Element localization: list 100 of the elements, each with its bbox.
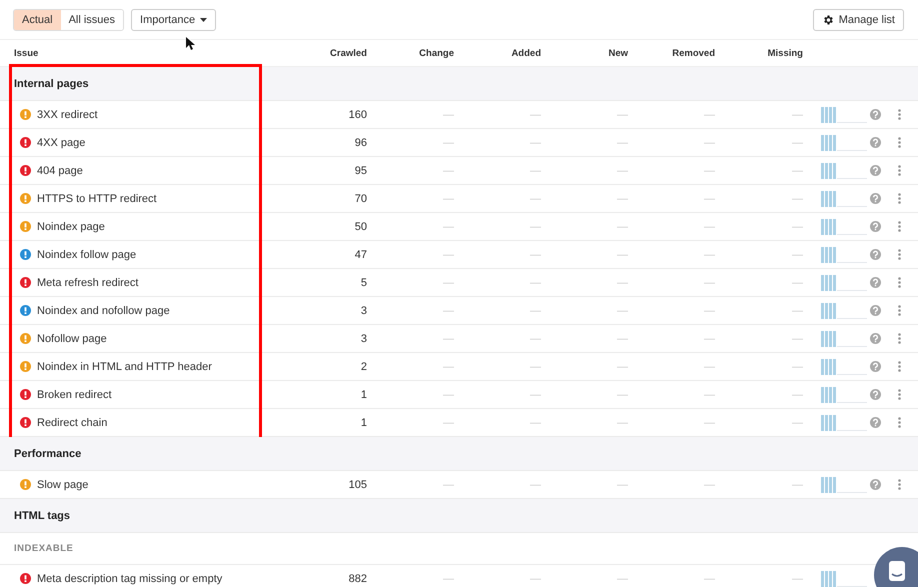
help-icon[interactable] [870,479,881,490]
issue-name[interactable]: Nofollow page [37,332,107,344]
empty-value: — [703,220,715,232]
empty-value: — [529,192,541,204]
crawled-count: 3 [360,332,367,344]
empty-value: — [529,276,541,288]
issue-name[interactable]: Meta refresh redirect [37,276,138,288]
empty-value: — [529,416,541,428]
empty-value: — [703,360,715,372]
more-icon[interactable] [898,109,901,120]
issue-name[interactable]: Meta description tag missing or empty [37,572,222,584]
crawled-count: 5 [360,276,367,288]
empty-value: — [616,332,628,344]
empty-value: — [703,572,715,584]
group-title: Internal pages [14,78,89,90]
manage-list-button[interactable]: Manage list [812,8,904,30]
empty-value: — [442,360,454,372]
empty-value: — [529,108,541,120]
more-icon[interactable] [898,137,901,148]
empty-value: — [442,478,454,490]
crawled-count: 70 [354,192,367,204]
help-icon[interactable] [870,361,881,372]
empty-value: — [616,388,628,400]
issue-name[interactable]: 4XX page [37,136,86,148]
more-icon[interactable] [898,193,901,204]
help-icon[interactable] [870,333,881,344]
issue-name[interactable]: Slow page [37,478,88,490]
more-icon[interactable] [898,277,901,288]
more-icon[interactable] [898,389,901,400]
empty-value: — [529,164,541,176]
more-icon[interactable] [898,417,901,428]
issue-name[interactable]: 404 page [37,164,83,176]
empty-value: — [616,360,628,372]
empty-value: — [791,332,803,344]
empty-value: — [791,276,803,288]
issue-name[interactable]: Noindex in HTML and HTTP header [37,360,212,372]
more-icon[interactable] [898,165,901,176]
sparkline-chart [821,106,867,122]
empty-value: — [703,192,715,204]
column-header: Change [418,48,454,58]
help-icon[interactable] [870,249,881,260]
filter-tab[interactable]: Actual [14,10,61,30]
importance-dropdown[interactable]: Importance [131,8,216,30]
crawled-count: 2 [360,360,367,372]
empty-value: — [529,332,541,344]
issue-name[interactable]: Noindex follow page [37,248,136,260]
column-header: Added [510,48,541,58]
help-icon[interactable] [870,417,881,428]
issue-name[interactable]: Broken redirect [37,388,112,400]
more-icon[interactable] [898,221,901,232]
issue-name[interactable]: 3XX redirect [37,108,98,120]
help-icon[interactable] [870,165,881,176]
more-icon[interactable] [898,361,901,372]
empty-value: — [442,108,454,120]
help-icon[interactable] [870,389,881,400]
help-icon[interactable] [870,137,881,148]
sparkline-chart [821,246,867,262]
empty-value: — [442,276,454,288]
settings-icon [822,14,834,26]
empty-value: — [616,304,628,316]
empty-value: — [616,248,628,260]
help-icon[interactable] [870,277,881,288]
empty-value: — [529,388,541,400]
more-icon[interactable] [898,305,901,316]
more-icon[interactable] [898,249,901,260]
sparkline-chart [821,358,867,374]
issue-name[interactable]: Noindex and nofollow page [37,304,170,316]
more-icon[interactable] [898,333,901,344]
empty-value: — [703,108,715,120]
sparkline-chart [821,476,867,492]
empty-value: — [791,416,803,428]
empty-value: — [703,478,715,490]
issue-name[interactable]: Redirect chain [37,416,108,428]
sparkline-chart [821,386,867,402]
help-icon[interactable] [870,221,881,232]
empty-value: — [616,220,628,232]
crawled-count: 105 [348,478,367,490]
empty-value: — [791,248,803,260]
empty-value: — [616,164,628,176]
empty-value: — [791,304,803,316]
empty-value: — [703,276,715,288]
more-icon[interactable] [898,479,901,490]
empty-value: — [616,478,628,490]
empty-value: — [703,416,715,428]
help-icon[interactable] [870,193,881,204]
empty-value: — [703,304,715,316]
help-icon[interactable] [870,109,881,120]
empty-value: — [791,164,803,176]
empty-value: — [442,572,454,584]
column-header: New [607,48,628,58]
sparkline-chart [821,414,867,430]
empty-value: — [791,220,803,232]
issue-name[interactable]: Noindex page [37,220,105,232]
crawled-count: 47 [354,248,367,260]
empty-value: — [791,192,803,204]
empty-value: — [529,478,541,490]
help-icon[interactable] [870,305,881,316]
empty-value: — [442,164,454,176]
issue-name[interactable]: HTTPS to HTTP redirect [37,192,157,204]
empty-value: — [442,248,454,260]
